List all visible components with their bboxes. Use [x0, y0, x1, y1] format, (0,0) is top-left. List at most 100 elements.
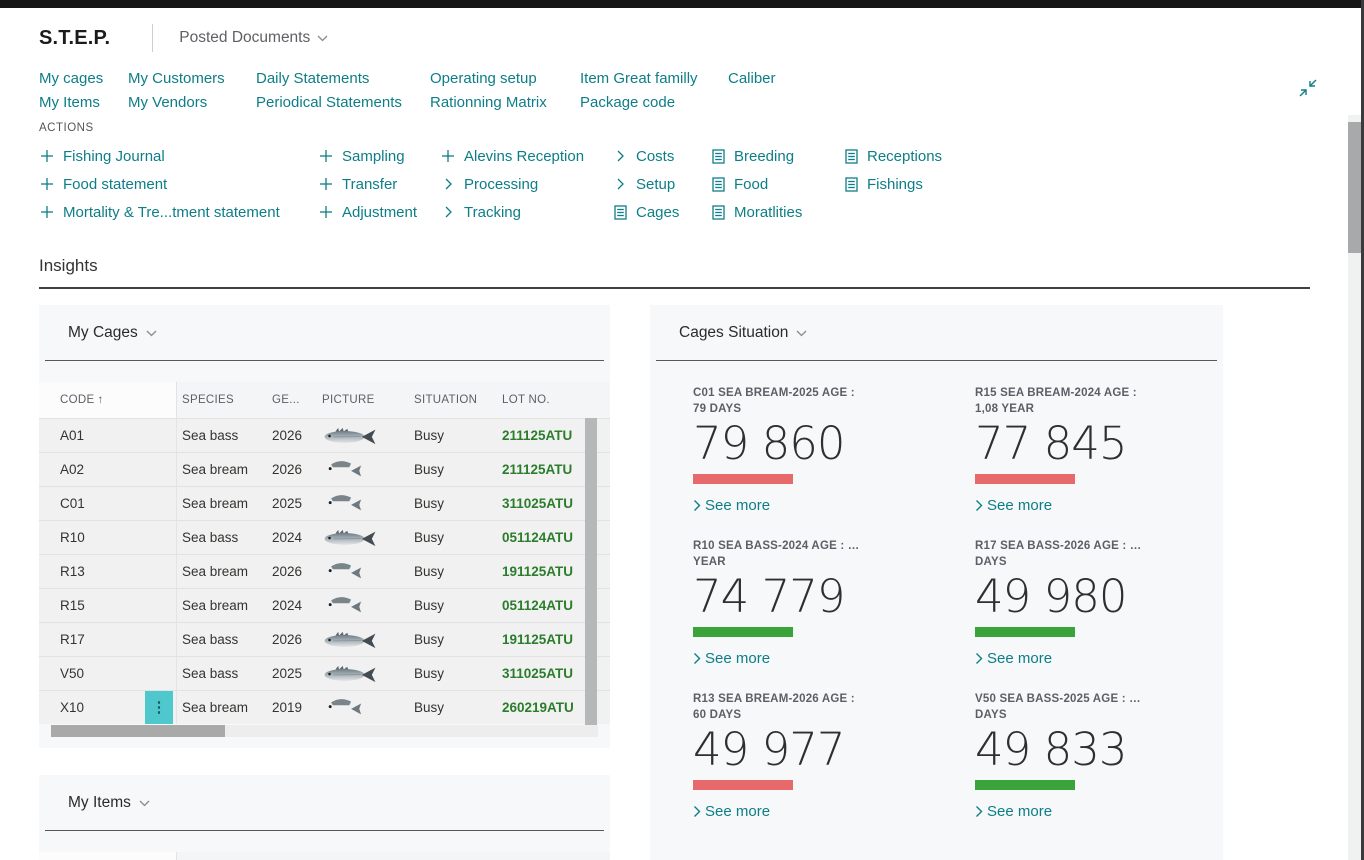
chevron-down-icon: [796, 330, 807, 337]
kpi-value[interactable]: 49 980: [975, 573, 1207, 620]
collapse-icon[interactable]: [1297, 77, 1319, 99]
kpi-value[interactable]: 77 845: [975, 420, 1207, 467]
action-mortality-treatment-statement[interactable]: Mortality & Tre...tment statement: [39, 198, 318, 226]
cage-generation: 2025: [267, 657, 317, 690]
table-header-row: CODE↑ SPECIES GE... PICTURE SITUATION LO…: [39, 382, 610, 418]
table-horizontal-scrollbar[interactable]: [51, 725, 598, 737]
action-processing[interactable]: Processing: [440, 170, 612, 198]
kpi-value[interactable]: 74 779: [693, 573, 925, 620]
table-vertical-scrollbar[interactable]: [585, 418, 597, 725]
report-icon: [612, 204, 628, 220]
cages-situation-title: Cages Situation: [679, 324, 788, 342]
kpi-label: C01 SEA BREAM-2025 AGE :79 DAYS: [693, 385, 925, 417]
cage-code: C01: [39, 487, 177, 520]
posted-documents-dropdown[interactable]: Posted Documents: [179, 29, 328, 47]
action-alevins-reception[interactable]: Alevins Reception: [440, 142, 612, 170]
table-row[interactable]: X10 ⋮ Sea bream 2019 Busy 260219ATU: [39, 690, 610, 724]
column-header-code[interactable]: CODE↑: [39, 382, 177, 418]
cage-situation: Busy: [409, 589, 497, 622]
cages-situation-header-dropdown[interactable]: Cages Situation: [650, 305, 1223, 342]
nav-my-items[interactable]: My Items: [39, 94, 128, 111]
my-items-header-dropdown[interactable]: My Items: [39, 775, 610, 812]
sea-bream-photo: [322, 458, 362, 482]
table-row[interactable]: C01 Sea bream 2025 Busy 311025ATU: [39, 486, 610, 520]
see-more-link[interactable]: See more: [975, 650, 1207, 667]
table-row[interactable]: R17 Sea bass 2026 Busy 191125ATU: [39, 622, 610, 656]
nav-caliber[interactable]: Caliber: [728, 70, 776, 87]
nav-package-code[interactable]: Package code: [580, 94, 728, 111]
cage-species: Sea bass: [177, 521, 267, 554]
plus-icon: [318, 204, 334, 220]
nav-my-vendors[interactable]: My Vendors: [128, 94, 256, 111]
my-items-table-header-row: [39, 852, 610, 860]
my-cages-title: My Cages: [68, 324, 138, 342]
see-more-link[interactable]: See more: [693, 497, 925, 514]
plus-icon: [318, 148, 334, 164]
nav-daily-statements[interactable]: Daily Statements: [256, 70, 430, 87]
report-icon: [710, 148, 726, 164]
action-cages[interactable]: Cages: [612, 198, 710, 226]
see-more-link[interactable]: See more: [975, 803, 1207, 820]
vertical-scrollbar-thumb[interactable]: [1348, 122, 1361, 253]
cage-situation: Busy: [409, 657, 497, 690]
action-food-statement[interactable]: Food statement: [39, 170, 318, 198]
role-center-page: S.T.E.P. Posted Documents My cages My Cu…: [0, 0, 1364, 860]
table-row[interactable]: V50 Sea bass 2025 Busy 311025ATU: [39, 656, 610, 690]
action-transfer[interactable]: Transfer: [318, 170, 440, 198]
cage-generation: 2026: [267, 419, 317, 452]
cage-generation: 2026: [267, 453, 317, 486]
kpi-value[interactable]: 49 977: [693, 726, 925, 773]
table-row[interactable]: R10 Sea bass 2024 Busy 051124ATU: [39, 520, 610, 554]
insights-heading: Insights: [39, 256, 98, 276]
cage-situation: Busy: [409, 691, 497, 724]
nav-periodical-statements[interactable]: Periodical Statements: [256, 94, 430, 111]
posted-documents-label: Posted Documents: [179, 29, 310, 47]
my-cages-header-dropdown[interactable]: My Cages: [39, 305, 610, 342]
my-items-title: My Items: [68, 794, 131, 812]
cage-situation: Busy: [409, 453, 497, 486]
action-fishing-journal[interactable]: Fishing Journal: [39, 142, 318, 170]
nav-my-customers[interactable]: My Customers: [128, 70, 256, 87]
kpi-label: R10 SEA BASS-2024 AGE : …YEAR: [693, 538, 925, 570]
kpi-value[interactable]: 79 860: [693, 420, 925, 467]
action-setup[interactable]: Setup: [612, 170, 710, 198]
action-moratlities[interactable]: Moratlities: [710, 198, 843, 226]
horizontal-scrollbar-thumb[interactable]: [51, 725, 225, 737]
table-row[interactable]: R15 Sea bream 2024 Busy 051124ATU: [39, 588, 610, 622]
page-vertical-scrollbar[interactable]: [1348, 115, 1361, 860]
action-costs[interactable]: Costs: [612, 142, 710, 170]
see-more-link[interactable]: See more: [975, 497, 1207, 514]
nav-rationning-matrix[interactable]: Rationning Matrix: [430, 94, 580, 111]
chevron-right-icon: [693, 499, 701, 512]
column-header-generation[interactable]: GE...: [267, 382, 317, 418]
column-header-situation[interactable]: SITUATION: [409, 382, 497, 418]
cage-species: Sea bass: [177, 623, 267, 656]
row-actions-kebab[interactable]: ⋮: [145, 691, 173, 724]
sea-bream-photo: [322, 492, 362, 516]
chevron-right-icon: [440, 176, 456, 192]
see-more-link[interactable]: See more: [693, 803, 925, 820]
action-adjustment[interactable]: Adjustment: [318, 198, 440, 226]
kpi-tile: R15 SEA BREAM-2024 AGE :1,08 YEAR 77 845…: [975, 385, 1207, 538]
see-more-link[interactable]: See more: [693, 650, 925, 667]
nav-operating-setup[interactable]: Operating setup: [430, 70, 580, 87]
table-row[interactable]: A02 Sea bream 2026 Busy 211125ATU: [39, 452, 610, 486]
nav-my-cages[interactable]: My cages: [39, 70, 128, 87]
cage-generation: 2024: [267, 521, 317, 554]
chevron-right-icon: [693, 805, 701, 818]
table-row[interactable]: R13 Sea bream 2026 Busy 191125ATU: [39, 554, 610, 588]
action-tracking[interactable]: Tracking: [440, 198, 612, 226]
action-fishings[interactable]: Fishings: [843, 170, 942, 198]
action-breeding[interactable]: Breeding: [710, 142, 843, 170]
action-food[interactable]: Food: [710, 170, 843, 198]
cage-picture: [317, 657, 409, 690]
table-row[interactable]: A01 Sea bass 2026 Busy 211125ATU: [39, 418, 610, 452]
kpi-value[interactable]: 49 833: [975, 726, 1207, 773]
my-items-header-rule: [45, 830, 604, 831]
action-sampling[interactable]: Sampling: [318, 142, 440, 170]
column-header-lot-no[interactable]: LOT NO.: [497, 382, 610, 418]
action-receptions[interactable]: Receptions: [843, 142, 942, 170]
nav-item-great-familly[interactable]: Item Great familly: [580, 70, 728, 87]
column-header-picture[interactable]: PICTURE: [317, 382, 409, 418]
column-header-species[interactable]: SPECIES: [177, 382, 267, 418]
